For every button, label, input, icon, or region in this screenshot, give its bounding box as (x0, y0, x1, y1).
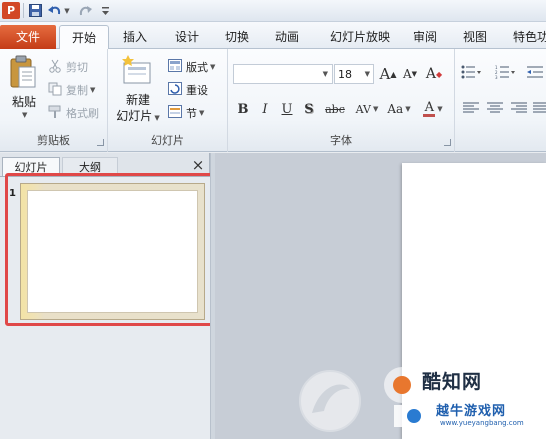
paste-dropdown-icon[interactable]: ▼ (22, 111, 27, 119)
format-painter-icon (48, 105, 62, 122)
tab-review[interactable]: 审阅 (406, 25, 444, 49)
italic-button[interactable]: I (255, 99, 275, 119)
slides-group-label: 幻灯片 (151, 134, 184, 147)
undo-dropdown-icon[interactable]: ▼ (62, 2, 70, 19)
tab-slide-show[interactable]: 幻灯片放映 (320, 25, 400, 49)
new-slide-label-1[interactable]: 新建 (122, 91, 154, 108)
format-painter-button[interactable]: 格式刷 (48, 103, 99, 123)
reset-button[interactable]: 重设 (168, 80, 208, 100)
scissors-icon (48, 59, 62, 76)
watermark-brand: 酷知网 (422, 371, 483, 393)
font-name-combo[interactable]: ▼ (233, 64, 333, 84)
paste-button[interactable]: 粘贴 (8, 93, 40, 110)
undo-icon[interactable] (47, 2, 61, 19)
section-icon (168, 105, 182, 121)
tab-animations[interactable]: 动画 (268, 25, 306, 49)
text-shadow-button[interactable]: S (299, 99, 319, 119)
bold-button[interactable]: B (233, 99, 253, 119)
powerpoint-app-icon[interactable]: P (2, 2, 20, 19)
redo-icon[interactable] (78, 2, 92, 19)
copy-button[interactable]: 复制 ▼ (48, 80, 95, 100)
tab-file[interactable]: 文件 (0, 25, 56, 49)
shrink-font-button[interactable]: A ▼ (400, 64, 420, 84)
font-group: ▼ 18 ▼ A ▲ A ▼ A ◆ B I U S abc AV ▼ Aa ▼ A ▼ 字… (228, 49, 455, 152)
new-slide-icon[interactable] (122, 55, 152, 87)
font-size-dropdown-icon[interactable]: ▼ (365, 70, 370, 78)
watermark-site-name: 越牛游戏网 (436, 404, 507, 419)
align-right-icon[interactable] (511, 102, 527, 117)
align-left-icon[interactable] (463, 102, 479, 117)
copy-icon (48, 82, 62, 99)
clipboard-launcher-icon[interactable] (97, 139, 104, 146)
section-button[interactable]: 节 ▼ (168, 103, 204, 123)
justify-icon[interactable] (533, 102, 546, 117)
strikethrough-button[interactable]: abc (321, 99, 349, 119)
highlight-annotation (5, 173, 218, 326)
clipboard-group-label: 剪贴板 (37, 134, 70, 147)
slides-group: 新建 幻灯片 ▼ 版式 ▼ 重设 节 ▼ 幻灯片 (108, 49, 228, 152)
tab-home[interactable]: 开始 (59, 25, 109, 50)
grow-font-button[interactable]: A ▲ (378, 64, 398, 84)
watermark: 酷知网 越牛游戏网 www.yueyangbang.com (290, 355, 546, 439)
clipboard-group: 粘贴 ▼ 剪切 复制 ▼ 格式刷 剪贴板 (0, 49, 108, 152)
tab-view[interactable]: 视图 (456, 25, 494, 49)
ribbon: 粘贴 ▼ 剪切 复制 ▼ 格式刷 剪贴板 新建 幻灯片 ▼ 版式 ▼ 重设 节 … (0, 49, 546, 152)
decrease-indent-icon[interactable] (527, 65, 543, 82)
new-slide-button[interactable]: 幻灯片 ▼ (114, 107, 162, 124)
change-case-button[interactable]: Aa ▼ (384, 99, 414, 119)
ribbon-tabs: 文件 开始 插入 设计 切换 动画 幻灯片放映 审阅 视图 特色功 (0, 22, 546, 50)
font-size-combo[interactable]: 18 ▼ (334, 64, 374, 84)
clear-formatting-button[interactable]: A ◆ (424, 64, 444, 84)
reset-icon (168, 82, 182, 98)
bullets-icon[interactable] (461, 65, 481, 82)
close-panel-icon[interactable]: × (190, 157, 206, 173)
layout-button[interactable]: 版式 ▼ (168, 57, 215, 77)
customize-qat-icon[interactable] (100, 2, 110, 19)
font-launcher-icon[interactable] (444, 139, 451, 146)
svg-text:3: 3 (495, 75, 498, 79)
tab-insert[interactable]: 插入 (116, 25, 154, 49)
tab-design[interactable]: 设计 (168, 25, 206, 49)
paragraph-group: 123 (455, 49, 546, 152)
underline-button[interactable]: U (277, 99, 297, 119)
align-center-icon[interactable] (487, 102, 503, 117)
font-group-label: 字体 (330, 134, 352, 147)
numbering-icon[interactable]: 123 (495, 65, 515, 82)
font-name-dropdown-icon[interactable]: ▼ (323, 70, 328, 78)
qat-separator (23, 3, 24, 18)
save-icon[interactable] (27, 2, 43, 19)
tab-transitions[interactable]: 切换 (218, 25, 256, 49)
font-color-button[interactable]: A ▼ (420, 99, 446, 119)
layout-icon (168, 59, 182, 75)
watermark-url: www.yueyangbang.com (440, 419, 524, 427)
paste-icon[interactable] (8, 55, 38, 91)
character-spacing-button[interactable]: AV ▼ (352, 99, 382, 119)
cut-button[interactable]: 剪切 (48, 57, 88, 77)
tab-featured[interactable]: 特色功 (506, 25, 546, 49)
quick-access-toolbar: P ▼ (0, 0, 546, 22)
